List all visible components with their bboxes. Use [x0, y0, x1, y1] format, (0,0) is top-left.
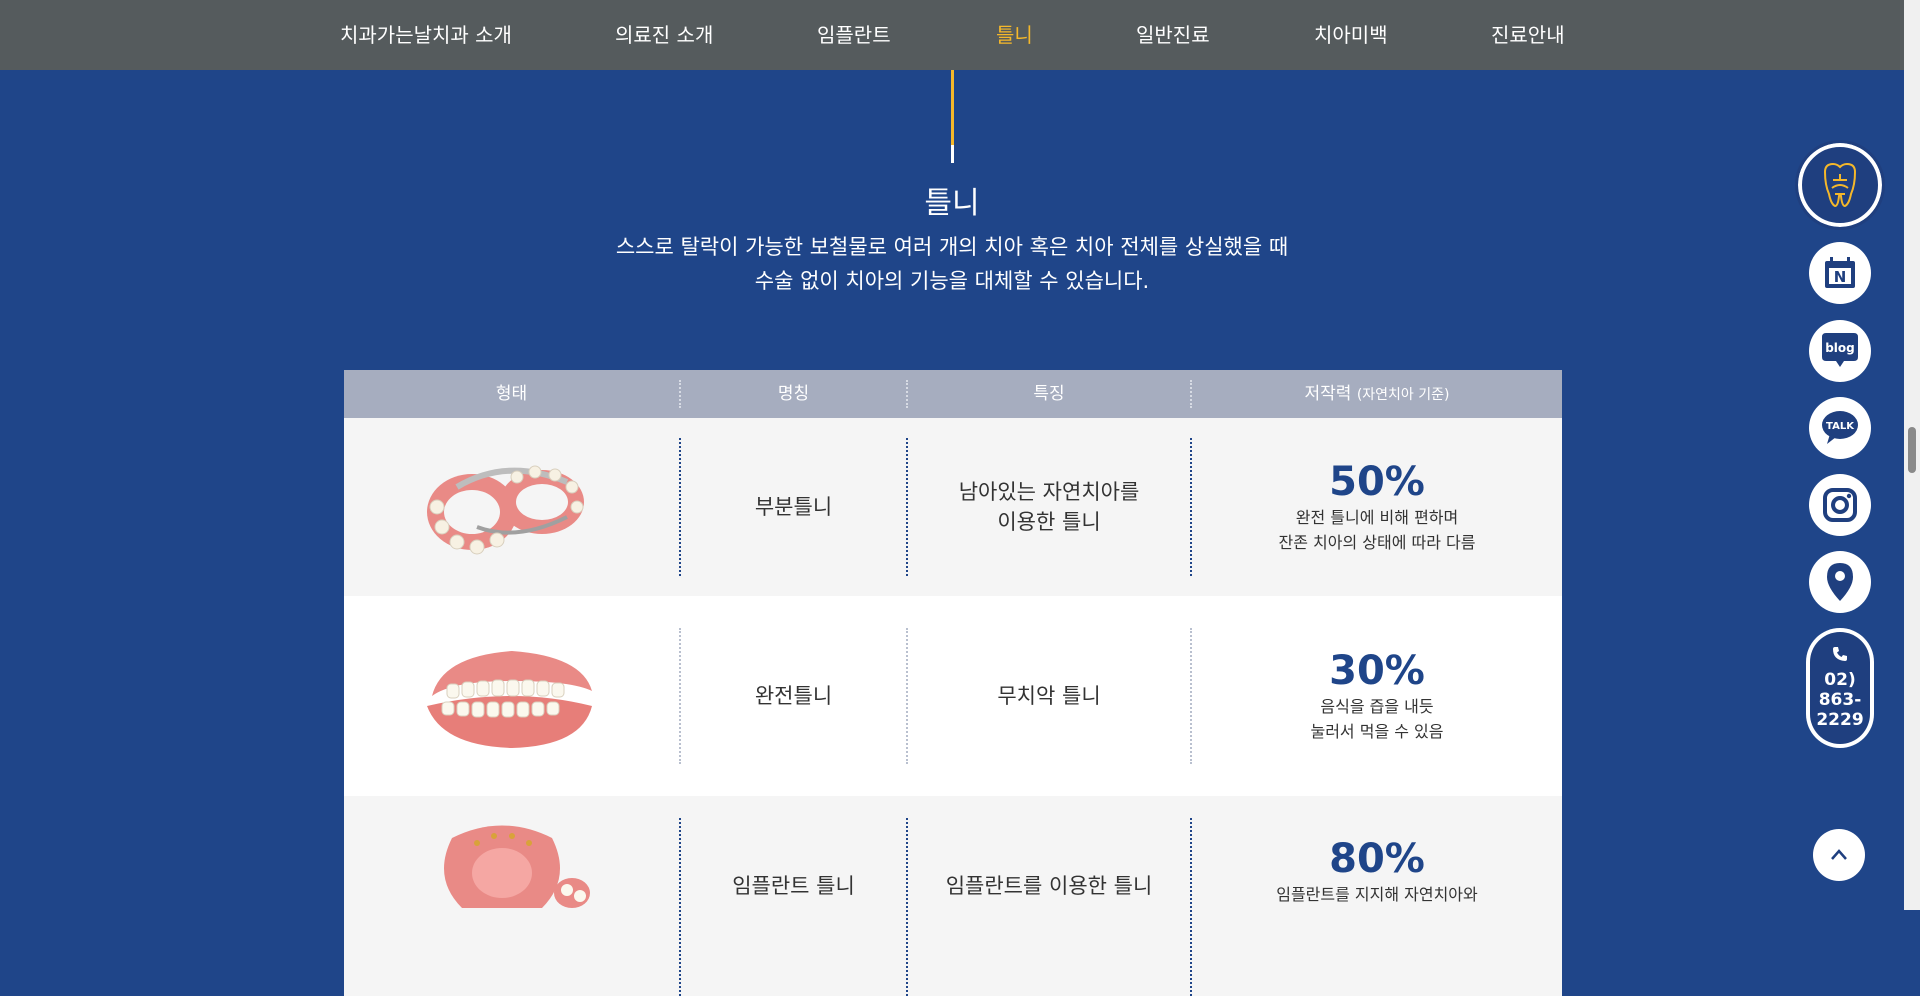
header-shape: 형태 [495, 384, 528, 404]
header-force-sub: (자연치아 기준) [1356, 387, 1450, 403]
denture-comparison-table: 형태 명칭 특징 저작력 (자연치아 기준) 부분틀니 남아있는 자연치아를 이… [344, 370, 1562, 996]
denture-name: 완전틀니 [754, 684, 833, 708]
force-note-1: 완전 틀니에 비해 편하며 [1295, 508, 1459, 527]
phone-button[interactable]: 02) 863- 2229 [1806, 628, 1874, 748]
table-header: 형태 명칭 특징 저작력 (자연치아 기준) [344, 370, 1562, 418]
force-note-2: 눌러서 먹을 수 있음 [1310, 722, 1444, 741]
denture-feature: 임플란트를 이용한 틀니 [945, 874, 1153, 898]
header-name: 명칭 [777, 384, 810, 404]
nav-item-info[interactable]: 진료안내 [1491, 0, 1565, 70]
tooth-logo-icon[interactable] [1795, 140, 1885, 230]
scrollbar-thumb[interactable] [1908, 427, 1916, 473]
talk-label: TALK [1826, 421, 1855, 432]
feature-line-2: 이용한 틀니 [997, 510, 1101, 534]
chevron-up-icon [1831, 849, 1847, 860]
header-force-label: 저작력 [1304, 384, 1352, 404]
denture-name: 부분틀니 [754, 495, 833, 519]
description-line-2: 수술 없이 치아의 기능을 대체할 수 있습니다. [754, 269, 1150, 293]
instagram-icon[interactable] [1809, 474, 1871, 536]
naver-label: N [1834, 268, 1847, 286]
force-percent: 80% [1329, 836, 1425, 882]
nav-item-general[interactable]: 일반진료 [1136, 0, 1210, 70]
top-navigation: 치과가는날치과 소개 의료진 소개 임플란트 틀니 일반진료 치아미백 진료안내 [0, 0, 1904, 70]
denture-name: 임플란트 틀니 [732, 874, 855, 898]
blog-icon[interactable]: blog [1809, 320, 1871, 382]
force-note-1: 임플란트를 지지해 자연치아와 [1276, 885, 1478, 904]
header-feature: 특징 [1033, 384, 1065, 404]
header-force: 저작력 (자연치아 기준) [1192, 370, 1562, 418]
table-row: 부분틀니 남아있는 자연치아를 이용한 틀니 50% 완전 틀니에 비해 편하며… [344, 418, 1562, 596]
phone-line-2: 863- [1818, 690, 1862, 710]
location-icon[interactable] [1809, 551, 1871, 613]
implant-denture-image [344, 796, 679, 996]
force-percent: 30% [1329, 648, 1425, 694]
blog-label: blog [1825, 341, 1855, 355]
chewing-force: 30% 음식을 즙을 내듯 눌러서 먹을 수 있음 [1192, 596, 1562, 796]
decorative-line-accent [951, 70, 954, 145]
decorative-line-white [951, 145, 954, 163]
naver-icon[interactable]: N [1809, 242, 1871, 304]
scroll-to-top-button[interactable] [1813, 829, 1865, 881]
phone-line-3: 2229 [1816, 710, 1864, 730]
feature-line-1: 남아있는 자연치아를 [958, 480, 1140, 504]
talk-icon[interactable]: TALK [1809, 397, 1871, 459]
nav-item-denture[interactable]: 틀니 [996, 0, 1033, 70]
nav-item-clinic-intro[interactable]: 치과가는날치과 소개 [340, 0, 512, 70]
partial-denture-image [344, 418, 679, 596]
section-title: 틀니 [924, 186, 980, 221]
force-percent: 50% [1329, 459, 1425, 505]
chewing-force: 50% 완전 틀니에 비해 편하며 잔존 치아의 상태에 따라 다름 [1192, 418, 1562, 596]
complete-denture-image [344, 596, 679, 796]
force-note-1: 음식을 즙을 내듯 [1320, 697, 1434, 716]
phone-button-inner: 02) 863- 2229 [1810, 632, 1870, 744]
section-description: 스스로 탈락이 가능한 보철물로 여러 개의 치아 혹은 치아 전체를 상실했을… [0, 230, 1904, 298]
description-line-1: 스스로 탈락이 가능한 보철물로 여러 개의 치아 혹은 치아 전체를 상실했을… [615, 235, 1289, 259]
phone-icon [1833, 647, 1847, 661]
chewing-force: 80% 임플란트를 지지해 자연치아와 [1192, 796, 1562, 996]
nav-item-doctors[interactable]: 의료진 소개 [615, 0, 713, 70]
nav-item-whitening[interactable]: 치아미백 [1314, 0, 1388, 70]
table-row: 완전틀니 무치악 틀니 30% 음식을 즙을 내듯 눌러서 먹을 수 있음 [344, 596, 1562, 796]
table-row: 임플란트 틀니 임플란트를 이용한 틀니 80% 임플란트를 지지해 자연치아와 [344, 796, 1562, 996]
phone-line-1: 02) [1824, 670, 1856, 690]
denture-feature: 남아있는 자연치아를 이용한 틀니 [908, 418, 1190, 596]
denture-feature: 무치악 틀니 [997, 684, 1101, 708]
nav-item-implant[interactable]: 임플란트 [817, 0, 891, 70]
force-note-2: 잔존 치아의 상태에 따라 다름 [1278, 533, 1476, 552]
